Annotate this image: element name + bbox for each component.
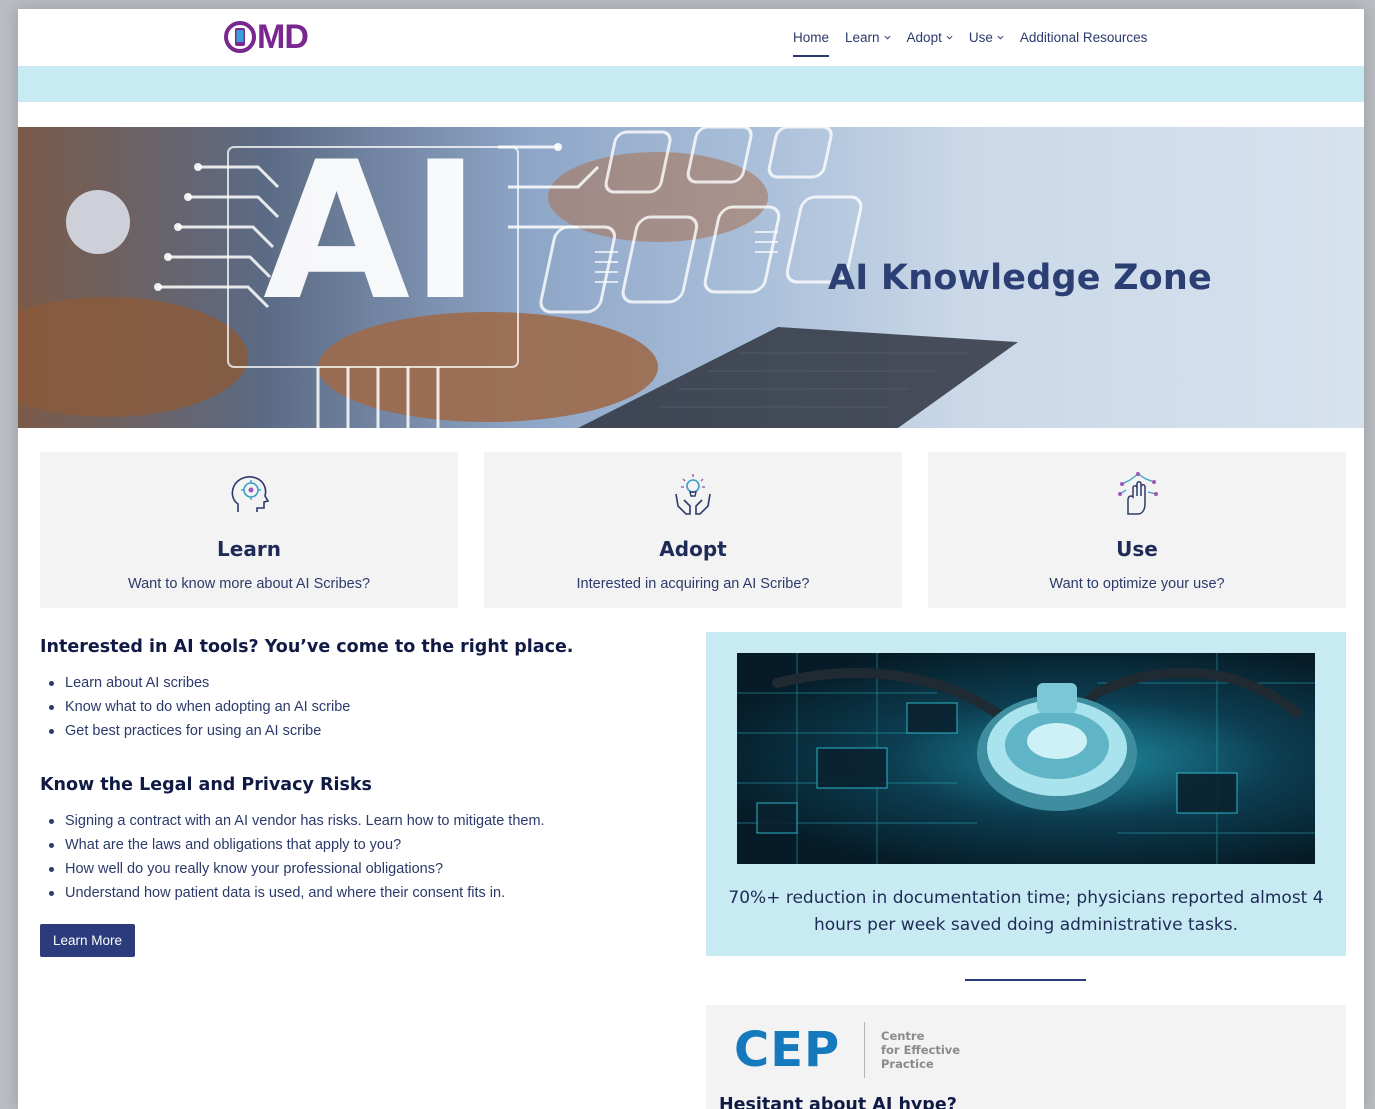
adopt-card-subtitle: Interested in acquiring an AI Scribe? — [576, 576, 810, 592]
logo-text: MD — [257, 18, 309, 56]
chevron-down-icon — [884, 35, 891, 40]
section-divider — [965, 979, 1086, 981]
nav-home[interactable]: Home — [793, 27, 830, 57]
hero-ai-letters: AI — [263, 127, 481, 342]
hand-network-icon — [1118, 472, 1158, 515]
nav-learn[interactable]: Learn — [845, 27, 891, 47]
hero-banner: AI AI Knowledge Zone — [18, 127, 1364, 428]
stat-callout: 70%+ reduction in documentation time; ph… — [706, 632, 1346, 956]
nav-use-label: Use — [968, 29, 993, 45]
brain-head-icon — [231, 476, 270, 512]
use-card[interactable]: Use Want to optimize your use? — [928, 452, 1346, 608]
site-header: MD Home Learn Adopt Use Additional Resou… — [18, 9, 1364, 66]
list-item: Know what to do when adopting an AI scri… — [40, 695, 680, 719]
cep-subtitle: Centre for Effective Practice — [881, 1029, 960, 1071]
stethoscope-icon — [737, 653, 1315, 864]
cep-heading: Hesitant about AI hype? — [719, 1095, 957, 1109]
nav-adopt-label: Adopt — [906, 29, 942, 45]
list-item: Learn about AI scribes — [40, 671, 680, 695]
adopt-card-title: Adopt — [659, 537, 727, 561]
nav-use[interactable]: Use — [969, 27, 1004, 47]
list-item: What are the laws and obligations that a… — [40, 833, 680, 857]
intro-heading: Interested in AI tools? You’ve come to t… — [40, 637, 574, 657]
page: MD Home Learn Adopt Use Additional Resou… — [18, 9, 1364, 1109]
legal-heading: Know the Legal and Privacy Risks — [40, 775, 372, 795]
cep-card: CEP Centre for Effective Practice Hesita… — [706, 1005, 1346, 1109]
list-item: Understand how patient data is used, and… — [40, 881, 680, 905]
stethoscope-circuit-image — [737, 653, 1315, 864]
cep-separator — [864, 1022, 865, 1078]
chevron-down-icon — [946, 35, 953, 40]
stat-text: 70%+ reduction in documentation time; ph… — [728, 888, 1324, 935]
logo-phone-o-icon — [224, 21, 256, 53]
cep-subtitle-line: Practice — [881, 1057, 934, 1071]
cep-subtitle-line: Centre — [881, 1029, 925, 1043]
chevron-down-icon — [997, 35, 1004, 40]
legal-list: Signing a contract with an AI vendor has… — [40, 809, 680, 905]
hero-title: AI Knowledge Zone — [828, 258, 1212, 298]
main-nav: Home Learn Adopt Use Additional Resource… — [793, 27, 1148, 57]
omd-logo[interactable]: MD — [224, 17, 309, 57]
learn-card-title: Learn — [217, 537, 281, 561]
use-card-title: Use — [1116, 537, 1158, 561]
header-band — [18, 66, 1364, 102]
nav-home-label: Home — [793, 29, 830, 45]
intro-list: Learn about AI scribes Know what to do w… — [40, 671, 680, 743]
cep-logo[interactable]: CEP — [734, 1025, 840, 1075]
use-card-subtitle: Want to optimize your use? — [1049, 576, 1225, 592]
nav-additional-resources-label: Additional Resources — [1019, 29, 1148, 45]
cep-subtitle-line: for Effective — [881, 1043, 961, 1057]
list-item: Get best practices for using an AI scrib… — [40, 719, 680, 743]
learn-more-button[interactable]: Learn More — [40, 924, 135, 957]
adopt-card[interactable]: Adopt Interested in acquiring an AI Scri… — [484, 452, 902, 608]
nav-learn-label: Learn — [845, 29, 880, 45]
learn-card[interactable]: Learn Want to know more about AI Scribes… — [40, 452, 458, 608]
nav-adopt[interactable]: Adopt — [907, 27, 953, 47]
learn-card-subtitle: Want to know more about AI Scribes? — [127, 576, 371, 592]
list-item: Signing a contract with an AI vendor has… — [40, 809, 680, 833]
intro-section: Interested in AI tools? You’ve come to t… — [40, 637, 680, 905]
hands-lightbulb-icon — [675, 474, 711, 515]
list-item: How well do you really know your profess… — [40, 857, 680, 881]
nav-additional-resources[interactable]: Additional Resources — [1020, 27, 1148, 47]
